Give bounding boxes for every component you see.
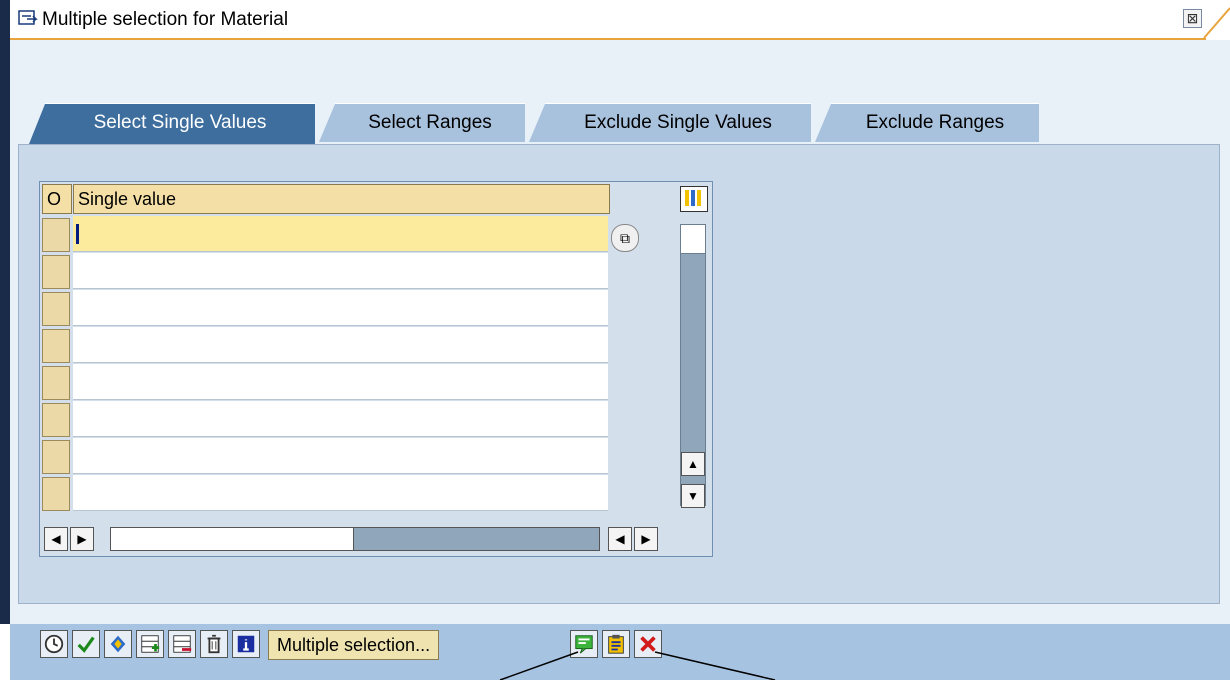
column-config-icon[interactable] [680, 186, 708, 212]
import-icon[interactable] [104, 630, 132, 658]
bottom-toolbar: Multiple selection... [10, 624, 1230, 680]
value-help-icon[interactable]: ⧉ [611, 224, 639, 252]
tab-panel: O Single value ⧉ ▲ ▼ ◀ ▶ ◀ ▶ [18, 144, 1220, 604]
table-row-input[interactable] [73, 438, 608, 474]
window-left-edge [0, 0, 10, 624]
upload-icon[interactable] [570, 630, 598, 658]
table-row-input[interactable] [73, 327, 608, 363]
col-scroll-left-icon[interactable]: ◀ [608, 527, 632, 551]
check-icon[interactable] [72, 630, 100, 658]
table-row-input[interactable] [73, 290, 608, 326]
horizontal-scroll-thumb[interactable] [111, 528, 354, 550]
table-row-input[interactable] [73, 253, 608, 289]
scroll-up-icon[interactable]: ▲ [681, 452, 705, 476]
single-values-table: O Single value ⧉ ▲ ▼ ◀ ▶ ◀ ▶ [39, 181, 713, 557]
tab-label: Exclude Ranges [865, 112, 1005, 133]
tab-label: Select Ranges [368, 112, 492, 133]
row-selector[interactable] [42, 218, 70, 252]
table-row-input[interactable] [73, 364, 608, 400]
vertical-scroll-thumb[interactable] [681, 225, 705, 254]
row-selector[interactable] [42, 477, 70, 511]
row-selector[interactable] [42, 366, 70, 400]
scroll-left-icon[interactable]: ◀ [44, 527, 68, 551]
header-single-value[interactable]: Single value [73, 184, 610, 214]
cancel-icon[interactable] [634, 630, 662, 658]
header-option[interactable]: O [42, 184, 72, 214]
clipboard-icon[interactable] [602, 630, 630, 658]
tab-select-ranges[interactable]: Select Ranges [319, 103, 525, 142]
row-selector[interactable] [42, 255, 70, 289]
delete-row-icon[interactable] [168, 630, 196, 658]
row-selector[interactable] [42, 403, 70, 437]
title-bar: Multiple selection for Material ⊠ [10, 0, 1230, 40]
row-selector[interactable] [42, 440, 70, 474]
row-selector[interactable] [42, 292, 70, 326]
execute-icon[interactable] [40, 630, 68, 658]
row-selector[interactable] [42, 329, 70, 363]
info-icon[interactable] [232, 630, 260, 658]
tab-exclude-single-values[interactable]: Exclude Single Values [529, 103, 811, 142]
dialog-content: Select Single Values Select Ranges Exclu… [10, 40, 1230, 624]
delete-all-icon[interactable] [200, 630, 228, 658]
table-row-input[interactable] [73, 401, 608, 437]
title-corner-decoration [1203, 7, 1230, 39]
tab-label: Exclude Single Values [584, 112, 772, 133]
table-row-input[interactable] [73, 216, 608, 252]
text-cursor [76, 224, 79, 244]
scroll-down-icon[interactable]: ▼ [681, 484, 705, 508]
dialog-icon [18, 10, 38, 25]
multiple-selection-button[interactable]: Multiple selection... [268, 630, 440, 660]
dialog-title: Multiple selection for Material [42, 9, 289, 30]
tab-select-single-values[interactable]: Select Single Values [29, 103, 315, 144]
multiple-selection-dialog: Multiple selection for Material ⊠ Select… [0, 0, 1230, 680]
table-row-input[interactable] [73, 475, 608, 511]
tab-label: Select Single Values [93, 112, 267, 133]
tab-exclude-ranges[interactable]: Exclude Ranges [815, 103, 1039, 142]
col-scroll-right-icon[interactable]: ▶ [634, 527, 658, 551]
scroll-right-icon[interactable]: ▶ [70, 527, 94, 551]
insert-row-icon[interactable] [136, 630, 164, 658]
horizontal-scrollbar[interactable] [110, 527, 600, 551]
